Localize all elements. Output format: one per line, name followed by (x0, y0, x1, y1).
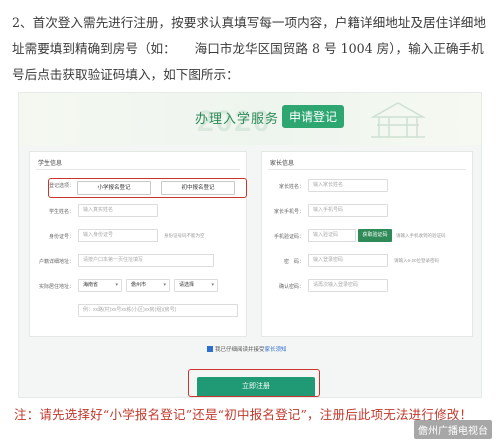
city-select[interactable]: 儋州市 ▾ (126, 279, 170, 292)
parent-name-input[interactable]: 输入家长姓名 (308, 179, 388, 192)
parent-notice-link[interactable]: 家长须知 (265, 347, 287, 353)
password-input[interactable]: 输入登录密码 (308, 254, 388, 267)
agreement-row[interactable]: 我已仔细阅读并接受家长须知 (207, 345, 287, 353)
id-number-hint: 身份证号码不能为空 (164, 233, 205, 238)
password-label: 密 码： (283, 259, 304, 265)
service-banner: 2020 办理入学服务 申请登记 (19, 93, 481, 145)
channel-watermark: 儋州广播电视台 (414, 420, 492, 439)
province-value: 海南省 (83, 282, 99, 288)
parent-phone-input[interactable]: 输入手机号码 (308, 204, 388, 217)
intro-paragraph: 2、首次登入需先进行注册，按要求认真填写每一项内容，户籍详细地址及居住详细地 址… (12, 10, 488, 88)
agree-checkbox[interactable] (207, 346, 213, 352)
residence-address-label: 实际居住地址： (38, 284, 74, 290)
intro-line-1: 2、首次登入需先进行注册，按要求认真填写每一项内容，户籍详细地址及居住详细地 (12, 15, 486, 30)
get-code-button[interactable]: 获取验证码 (358, 229, 392, 242)
chevron-down-icon: ▾ (163, 282, 166, 288)
id-number-label: 身份证号： (48, 234, 74, 240)
confirm-password-label: 确认密码： (278, 284, 304, 290)
residence-detail-input[interactable]: 例：xx路(村)xx号xx栋(小区)xx房(组)(房号) (78, 304, 238, 317)
banner-title: 办理入学服务 (195, 111, 280, 126)
student-name-input[interactable]: 输入真实姓名 (78, 204, 158, 217)
province-select[interactable]: 海南省 ▾ (78, 279, 122, 292)
sms-code-label: 手机验证码： (273, 234, 304, 240)
divider (36, 169, 240, 170)
parent-info-card: 家长信息 家长姓名： 输入家长姓名 家长手机号： 输入手机号码 手机验证码： 输… (261, 151, 473, 337)
registration-screenshot: 2020 办理入学服务 申请登记 学生信息 登记选项： 学生姓名： 输入真实姓名… (18, 92, 482, 398)
sms-code-hint: 请输入手机收到的验证码 (396, 233, 446, 238)
intro-line-2: 址需要填到精确到房号（如： 海口市龙华区国贸路 8 号 1004 房），输入正确… (12, 41, 484, 56)
warning-note: 注：请先选择好“小学报名登记”还是“初中报名登记”，注册后此项无法进行修改！ (14, 407, 473, 422)
chevron-down-icon: ▾ (115, 282, 118, 288)
sms-code-input[interactable]: 输入验证码 (308, 229, 356, 242)
parent-phone-label: 家长手机号： (273, 209, 304, 215)
city-value: 儋州市 (131, 282, 147, 288)
intro-line-3: 号后点击获取验证码填入，如下图所示： (12, 67, 239, 82)
agree-text: 我已仔细阅读并接受 (215, 347, 265, 353)
register-option-highlight (48, 178, 247, 198)
submit-highlight (188, 369, 320, 397)
divider (268, 169, 466, 170)
district-value: 请选择 (179, 282, 195, 288)
id-number-input[interactable]: 输入身份证号 (78, 229, 158, 242)
banner-badge: 申请登记 (282, 105, 345, 128)
hukou-address-input[interactable]: 请按户口本第一页住址填写 (78, 254, 214, 267)
temple-illustration-icon (370, 102, 426, 138)
chevron-down-icon: ▾ (211, 282, 214, 288)
district-select[interactable]: 请选择 ▾ (174, 279, 218, 292)
hukou-address-label: 户籍详细地址： (38, 259, 74, 265)
student-name-label: 学生姓名： (48, 209, 74, 215)
confirm-password-input[interactable]: 请再次输入登录密码 (308, 279, 388, 292)
student-card-title: 学生信息 (38, 161, 63, 167)
parent-card-title: 家长信息 (270, 161, 295, 167)
parent-name-label: 家长姓名： (278, 184, 304, 190)
password-hint: 请输入6-20位登录密码 (394, 258, 440, 263)
